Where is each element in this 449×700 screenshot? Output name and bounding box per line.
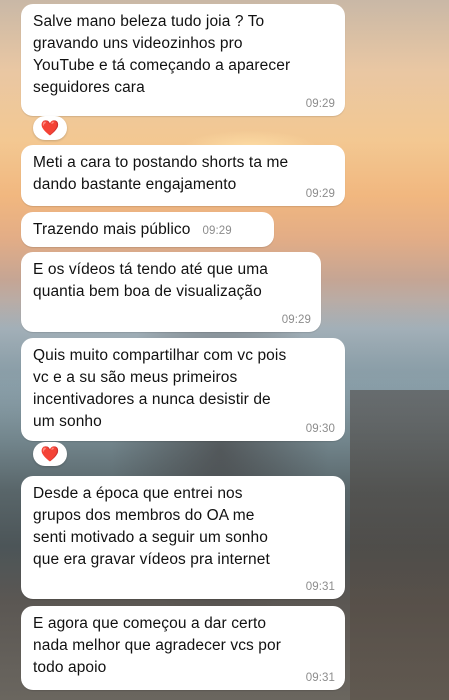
- message-text: Salve mano beleza tudo joia ? To gravand…: [33, 13, 291, 96]
- message-text: E os vídeos tá tendo até que uma quantia…: [33, 261, 268, 300]
- message-time: 09:31: [305, 672, 335, 684]
- message-bubble[interactable]: Salve mano beleza tudo joia ? To gravand…: [21, 4, 345, 116]
- wallpaper-rock: [350, 390, 449, 700]
- heart-icon: ❤️: [40, 120, 60, 137]
- message-time: 09:29: [305, 98, 335, 110]
- message-time: 09:29: [202, 225, 232, 237]
- message-reaction[interactable]: ❤️: [33, 442, 67, 466]
- message-bubble[interactable]: Trazendo mais público 09:29: [21, 212, 274, 247]
- message-text: Trazendo mais público: [33, 221, 191, 238]
- message-bubble[interactable]: Meti a cara to postando shorts ta me dan…: [21, 145, 345, 206]
- message-text: Quis muito compartilhar com vc pois vc e…: [33, 347, 287, 430]
- message-time: 09:30: [305, 423, 335, 435]
- heart-icon: ❤️: [40, 446, 60, 463]
- message-text: Meti a cara to postando shorts ta me dan…: [33, 154, 289, 193]
- message-bubble[interactable]: Quis muito compartilhar com vc pois vc e…: [21, 338, 345, 441]
- message-text: Desde a época que entrei nos grupos dos …: [33, 485, 270, 568]
- message-text: E agora que começou a dar certo nada mel…: [33, 615, 281, 676]
- message-reaction[interactable]: ❤️: [33, 116, 67, 140]
- message-bubble[interactable]: E os vídeos tá tendo até que uma quantia…: [21, 252, 321, 332]
- message-bubble[interactable]: Desde a época que entrei nos grupos dos …: [21, 476, 345, 599]
- message-time: 09:29: [305, 188, 335, 200]
- message-time: 09:29: [281, 314, 311, 326]
- message-bubble[interactable]: E agora que começou a dar certo nada mel…: [21, 606, 345, 690]
- message-time: 09:31: [305, 581, 335, 593]
